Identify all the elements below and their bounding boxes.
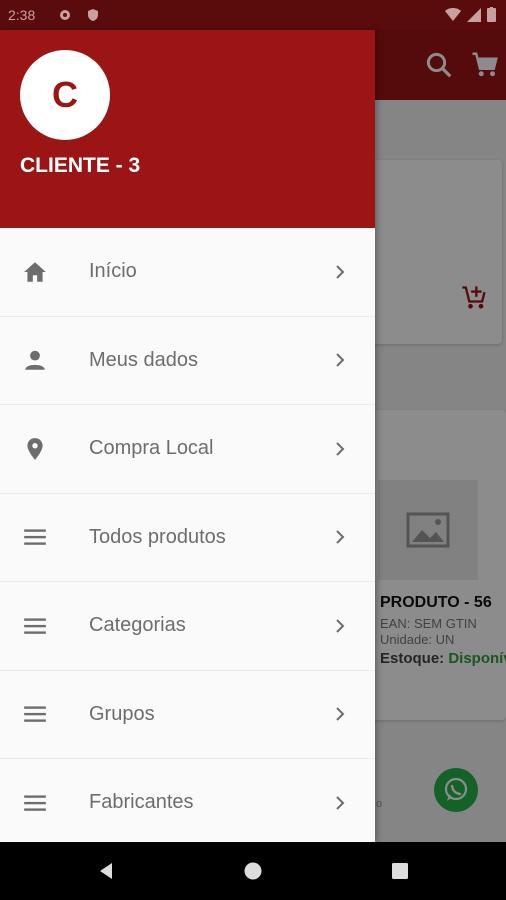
system-navigation-bar xyxy=(0,842,506,900)
chevron-right-icon xyxy=(336,353,345,367)
menu-item-label: Compra Local xyxy=(89,437,214,460)
chevron-right-icon xyxy=(336,442,345,456)
menu-lines-icon xyxy=(24,795,46,811)
shield-icon xyxy=(88,9,98,21)
menu-item-todos-produtos[interactable]: Todos produtos xyxy=(0,494,375,582)
menu-item-meus-dados[interactable]: Meus dados xyxy=(0,317,375,405)
menu-item-categorias[interactable]: Categorias xyxy=(0,582,375,671)
home-button-icon[interactable] xyxy=(243,861,263,881)
home-icon xyxy=(24,262,46,282)
navigation-drawer: C CLIENTE - 3 Início Meus dados Compra L… xyxy=(0,30,375,842)
menu-item-inicio[interactable]: Início xyxy=(0,228,375,317)
menu-lines-icon xyxy=(24,706,46,723)
chevron-right-icon xyxy=(336,265,345,279)
wifi-icon xyxy=(445,7,461,21)
menu-item-label: Início xyxy=(89,260,137,283)
status-time: 2:38 xyxy=(8,7,36,23)
avatar: C xyxy=(20,50,110,140)
menu-item-fabricantes[interactable]: Fabricantes xyxy=(0,759,375,842)
menu-item-label: Meus dados xyxy=(89,348,198,371)
menu-item-compra-local[interactable]: Compra Local xyxy=(0,405,375,494)
location-pin-icon xyxy=(27,437,43,460)
chevron-right-icon xyxy=(336,707,345,721)
chevron-right-icon xyxy=(336,619,345,633)
settings-icon xyxy=(60,10,70,20)
avatar-letter: C xyxy=(52,74,78,115)
menu-item-label: Grupos xyxy=(89,702,155,725)
menu-item-label: Todos produtos xyxy=(89,525,226,548)
battery-icon xyxy=(487,7,496,22)
back-icon[interactable] xyxy=(96,861,116,881)
menu-item-label: Categorias xyxy=(89,614,186,637)
menu-item-grupos[interactable]: Grupos xyxy=(0,671,375,759)
person-icon xyxy=(25,351,45,370)
recents-icon[interactable] xyxy=(390,861,410,881)
chevron-right-icon xyxy=(336,796,345,810)
status-bar: 2:38 xyxy=(0,0,506,30)
menu-lines-icon xyxy=(24,529,46,546)
signal-icon xyxy=(467,7,481,22)
menu-lines-icon xyxy=(24,618,46,634)
chevron-right-icon xyxy=(336,530,345,544)
menu-item-label: Fabricantes xyxy=(89,791,194,814)
drawer-header: C CLIENTE - 3 xyxy=(0,30,375,228)
client-name: CLIENTE - 3 xyxy=(20,154,141,177)
